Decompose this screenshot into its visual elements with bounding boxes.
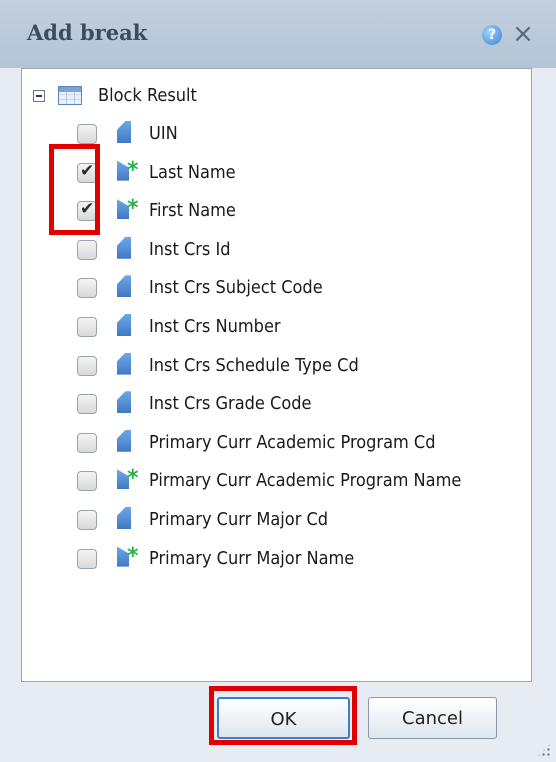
collapse-icon[interactable] bbox=[33, 90, 45, 102]
tree-item[interactable]: Inst Crs Schedule Type Cd bbox=[22, 348, 527, 386]
tree-item-label: Pirmary Curr Academic Program Name bbox=[149, 470, 462, 492]
tree-root-label: Block Result bbox=[98, 85, 197, 106]
tree-item-label: First Name bbox=[149, 200, 236, 222]
tree-item[interactable]: Primary Curr Academic Program Cd bbox=[22, 425, 527, 463]
tree-item-label: Primary Curr Academic Program Cd bbox=[149, 431, 436, 453]
checkbox[interactable] bbox=[77, 124, 97, 144]
dimension-icon bbox=[117, 314, 131, 336]
checkbox[interactable] bbox=[77, 510, 97, 530]
dimension-icon bbox=[117, 121, 131, 143]
detail-star-icon: * bbox=[127, 466, 139, 492]
dimension-icon bbox=[117, 236, 131, 259]
tree-item-label: Inst Crs Number bbox=[149, 316, 281, 337]
detail-star-icon: * bbox=[127, 196, 139, 222]
tree-item[interactable]: * Pirmary Curr Academic Program Name bbox=[22, 463, 527, 501]
title-bar: Add break ? × bbox=[0, 0, 556, 68]
tree-item-label: Last Name bbox=[149, 161, 236, 183]
detail-star-icon: * bbox=[127, 543, 139, 569]
add-break-dialog: Add break ? × Block Result UIN * Last Name… bbox=[0, 0, 556, 762]
checkbox[interactable] bbox=[77, 317, 97, 337]
close-icon[interactable]: × bbox=[511, 20, 535, 48]
tree-item-label: Primary Curr Major Cd bbox=[149, 509, 329, 530]
tree-item[interactable]: Inst Crs Number bbox=[22, 309, 527, 347]
help-icon[interactable]: ? bbox=[482, 25, 502, 45]
tree-item-label: Inst Crs Id bbox=[149, 238, 231, 260]
dimension-icon bbox=[117, 275, 131, 298]
checkbox[interactable] bbox=[77, 471, 97, 492]
tree-root-block-result[interactable]: Block Result bbox=[22, 82, 527, 112]
dimension-icon bbox=[117, 391, 131, 414]
tree-item[interactable]: Inst Crs Id bbox=[22, 232, 527, 270]
dimension-icon bbox=[117, 507, 131, 529]
dialog-title: Add break bbox=[27, 20, 148, 45]
resize-grip-icon[interactable] bbox=[536, 742, 552, 758]
tree-item[interactable]: Inst Crs Subject Code bbox=[22, 270, 527, 308]
checkbox[interactable] bbox=[77, 278, 97, 299]
tree-item-label: Inst Crs Grade Code bbox=[149, 393, 312, 415]
ok-button-highlight-annotation bbox=[209, 686, 357, 745]
tree-item-label: Inst Crs Schedule Type Cd bbox=[149, 354, 359, 376]
checkbox[interactable] bbox=[77, 394, 97, 415]
tree-item-label: Primary Curr Major Name bbox=[149, 547, 355, 569]
checkbox[interactable] bbox=[77, 355, 97, 376]
tree-item-label: Inst Crs Subject Code bbox=[149, 277, 323, 299]
tree-item[interactable]: Primary Curr Major Cd bbox=[22, 502, 527, 540]
table-icon bbox=[58, 86, 82, 105]
checkbox[interactable] bbox=[77, 239, 97, 260]
tree-item[interactable]: * Primary Curr Major Name bbox=[22, 541, 527, 579]
cancel-button[interactable]: Cancel bbox=[368, 697, 497, 739]
dimension-icon bbox=[117, 429, 131, 452]
detail-star-icon: * bbox=[127, 157, 139, 183]
tree-item-label: UIN bbox=[149, 123, 178, 144]
checkbox[interactable] bbox=[77, 432, 97, 453]
checkbox-highlight-annotation bbox=[49, 144, 100, 235]
dimension-icon bbox=[117, 352, 131, 375]
checkbox[interactable] bbox=[77, 548, 97, 569]
tree-item[interactable]: Inst Crs Grade Code bbox=[22, 386, 527, 424]
